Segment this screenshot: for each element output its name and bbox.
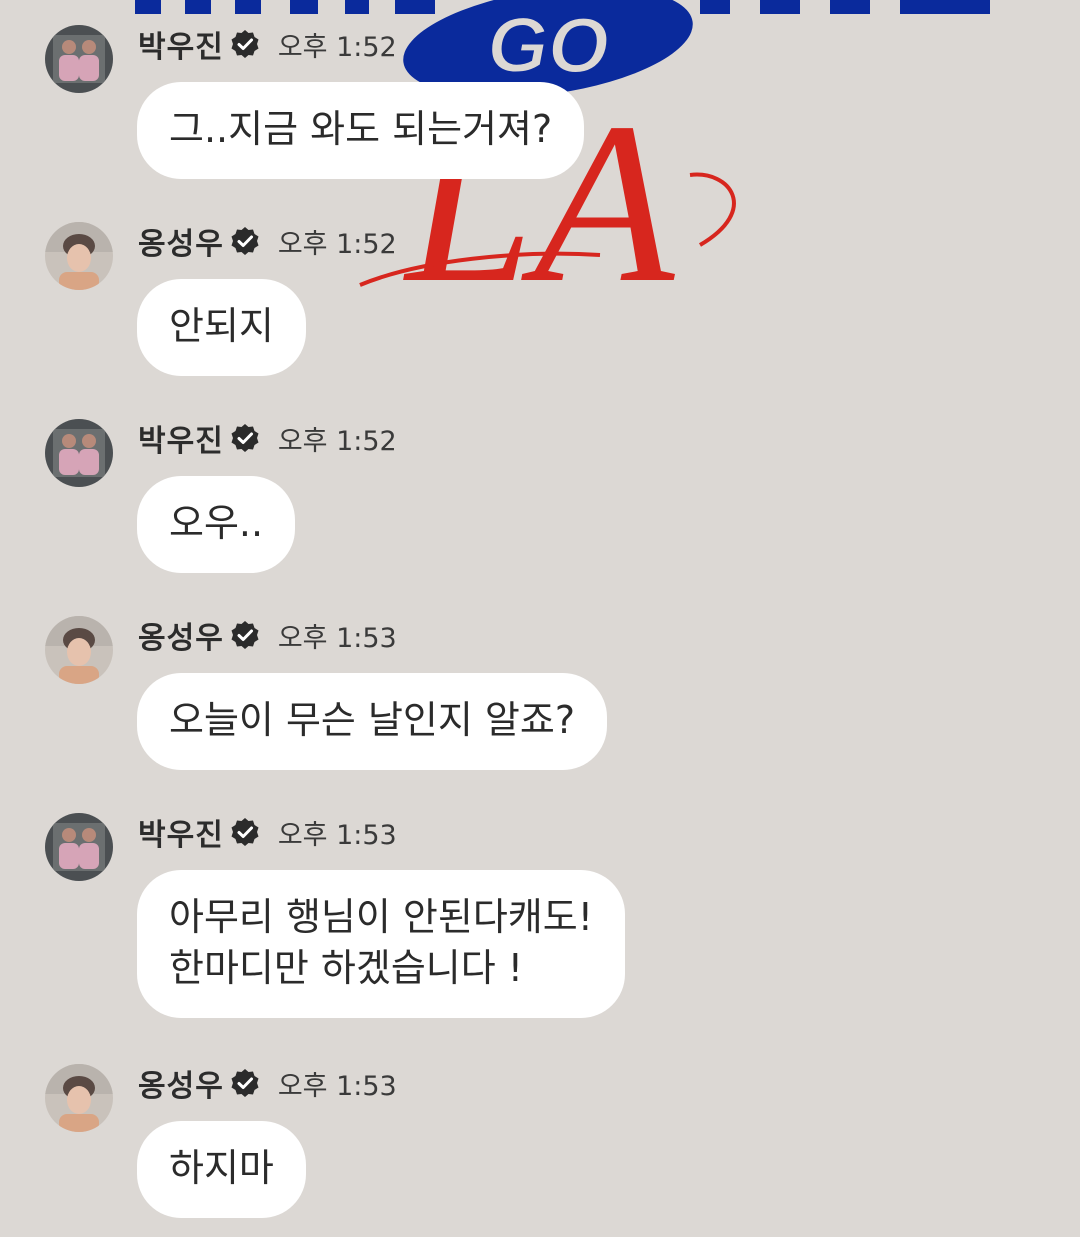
verified-check-icon: [230, 29, 260, 59]
sender-name[interactable]: 박우진: [138, 22, 224, 66]
logo-go-text: GO: [487, 1, 608, 89]
sender-name[interactable]: 박우진: [138, 810, 224, 854]
message-header: 옹성우 오후 1:53: [138, 1061, 397, 1105]
message-header: 박우진 오후 1:52: [138, 22, 397, 66]
message-header: 옹성우 오후 1:53: [138, 613, 397, 657]
avatar[interactable]: [45, 813, 113, 881]
message-bubble[interactable]: 하지마: [137, 1121, 306, 1218]
message-header: 박우진 오후 1:52: [138, 416, 397, 460]
message-bubble[interactable]: 그..지금 와도 되는거져?: [137, 82, 585, 179]
message-time: 오후 1:52: [277, 425, 397, 457]
avatar-park-woojin-icon: [45, 25, 113, 93]
avatar-park-woojin-icon: [45, 419, 113, 487]
verified-check-icon: [230, 1068, 260, 1098]
message-time: 오후 1:53: [277, 622, 397, 654]
message-time: 오후 1:53: [277, 1070, 397, 1102]
avatar[interactable]: [45, 1064, 113, 1132]
avatar[interactable]: [45, 616, 113, 684]
message-bubble[interactable]: 아무리 행님이 안된다캐도! 한마디만 하겠습니다 !: [137, 870, 625, 1018]
avatar-park-woojin-icon: [45, 813, 113, 881]
message-header: 박우진 오후 1:53: [138, 810, 397, 854]
sender-name[interactable]: 옹성우: [138, 1061, 224, 1105]
sender-name[interactable]: 옹성우: [138, 219, 224, 263]
avatar[interactable]: [45, 222, 113, 290]
message-bubble[interactable]: 안되지: [137, 279, 306, 376]
message-bubble[interactable]: 오늘이 무슨 날인지 알죠?: [137, 673, 608, 770]
avatar[interactable]: [45, 419, 113, 487]
verified-check-icon: [230, 817, 260, 847]
message-time: 오후 1:52: [277, 228, 397, 260]
message-time: 오후 1:53: [277, 819, 397, 851]
avatar-ong-seongwoo-icon: [45, 222, 113, 290]
avatar[interactable]: [45, 25, 113, 93]
message-bubble[interactable]: 오우..: [137, 476, 296, 573]
verified-check-icon: [230, 620, 260, 650]
message-header: 옹성우 오후 1:52: [138, 219, 397, 263]
verified-check-icon: [230, 423, 260, 453]
avatar-ong-seongwoo-icon: [45, 616, 113, 684]
message-time: 오후 1:52: [277, 31, 397, 63]
verified-check-icon: [230, 226, 260, 256]
sender-name[interactable]: 박우진: [138, 416, 224, 460]
avatar-ong-seongwoo-icon: [45, 1064, 113, 1132]
sender-name[interactable]: 옹성우: [138, 613, 224, 657]
